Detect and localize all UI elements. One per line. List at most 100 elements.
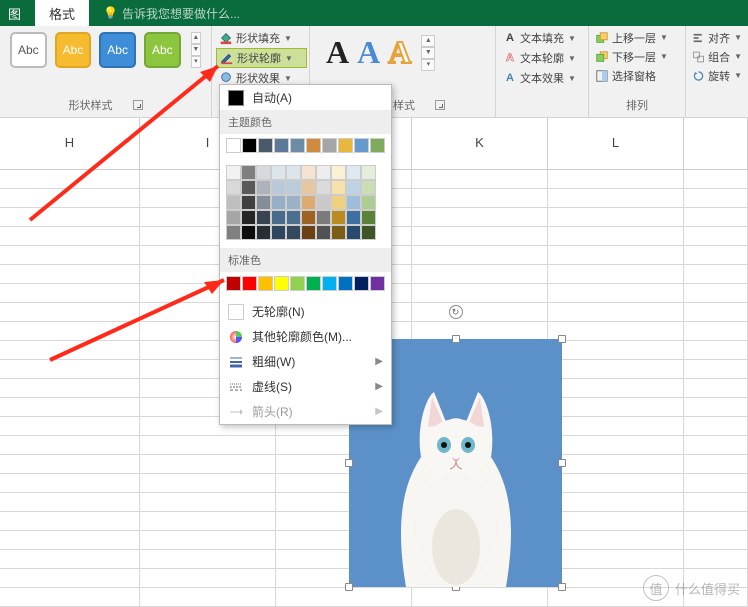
- style-preset-2[interactable]: Abc: [55, 32, 92, 68]
- cell[interactable]: [548, 398, 684, 416]
- color-swatch[interactable]: [256, 165, 271, 180]
- cell[interactable]: [684, 208, 748, 226]
- tell-me[interactable]: 💡 告诉我您想要做什么...: [103, 5, 240, 22]
- color-swatch[interactable]: [241, 180, 256, 195]
- cell[interactable]: [548, 189, 684, 207]
- resize-handle-w[interactable]: [345, 459, 353, 467]
- cell[interactable]: [412, 322, 548, 340]
- cell[interactable]: [0, 170, 140, 188]
- cell[interactable]: [548, 474, 684, 492]
- cell[interactable]: [548, 265, 684, 283]
- weight-item[interactable]: 粗细(W)▶: [220, 349, 391, 374]
- color-swatch[interactable]: [286, 195, 301, 210]
- color-swatch[interactable]: [286, 225, 301, 240]
- color-swatch[interactable]: [361, 210, 376, 225]
- cell[interactable]: [548, 417, 684, 435]
- color-swatch[interactable]: [361, 225, 376, 240]
- color-swatch[interactable]: [256, 225, 271, 240]
- resize-handle-se[interactable]: [558, 583, 566, 591]
- cell[interactable]: [0, 455, 140, 473]
- cell[interactable]: [0, 512, 140, 530]
- color-swatch[interactable]: [338, 138, 353, 153]
- dialog-launcher-icon[interactable]: [435, 100, 445, 110]
- color-swatch[interactable]: [271, 165, 286, 180]
- text-effects-button[interactable]: A文本效果▼: [500, 68, 586, 88]
- cell[interactable]: [548, 455, 684, 473]
- color-swatch[interactable]: [242, 138, 257, 153]
- style-preset-3[interactable]: Abc: [99, 32, 136, 68]
- color-swatch[interactable]: [226, 138, 241, 153]
- cell[interactable]: [548, 512, 684, 530]
- color-swatch[interactable]: [286, 180, 301, 195]
- gallery-more[interactable]: ▾: [191, 56, 201, 68]
- color-swatch[interactable]: [241, 210, 256, 225]
- cell[interactable]: [684, 379, 748, 397]
- cell[interactable]: [276, 588, 412, 606]
- cell[interactable]: [684, 189, 748, 207]
- color-swatch[interactable]: [331, 165, 346, 180]
- cell[interactable]: [684, 417, 748, 435]
- cell[interactable]: [412, 588, 548, 606]
- cell[interactable]: [548, 550, 684, 568]
- rotate-button[interactable]: 旋转▼: [690, 66, 744, 85]
- cell[interactable]: [548, 208, 684, 226]
- cell[interactable]: [0, 493, 140, 511]
- color-swatch[interactable]: [346, 195, 361, 210]
- resize-handle-e[interactable]: [558, 459, 566, 467]
- cell[interactable]: [0, 550, 140, 568]
- cell[interactable]: [0, 398, 140, 416]
- cell[interactable]: [684, 474, 748, 492]
- cell[interactable]: [140, 588, 276, 606]
- cell[interactable]: [548, 531, 684, 549]
- color-swatch[interactable]: [241, 225, 256, 240]
- cell[interactable]: [548, 170, 684, 188]
- color-swatch[interactable]: [241, 195, 256, 210]
- color-swatch[interactable]: [322, 138, 337, 153]
- gallery-more[interactable]: ▾: [421, 59, 435, 71]
- cell[interactable]: [684, 360, 748, 378]
- cell[interactable]: [140, 531, 276, 549]
- color-swatch[interactable]: [346, 225, 361, 240]
- cell[interactable]: [140, 474, 276, 492]
- cell[interactable]: [0, 227, 140, 245]
- col-header-L[interactable]: L: [548, 118, 684, 169]
- color-swatch[interactable]: [331, 195, 346, 210]
- cell[interactable]: [140, 436, 276, 454]
- color-swatch[interactable]: [286, 165, 301, 180]
- cell[interactable]: [0, 189, 140, 207]
- cell[interactable]: [0, 569, 140, 587]
- cell[interactable]: [412, 284, 548, 302]
- color-swatch[interactable]: [290, 276, 305, 291]
- color-swatch[interactable]: [354, 276, 369, 291]
- style-preset-4[interactable]: Abc: [144, 32, 181, 68]
- cell[interactable]: [548, 493, 684, 511]
- cell[interactable]: [412, 189, 548, 207]
- gallery-down[interactable]: ▼: [191, 44, 201, 56]
- cell[interactable]: [548, 341, 684, 359]
- cell[interactable]: [684, 170, 748, 188]
- color-swatch[interactable]: [256, 210, 271, 225]
- cell[interactable]: [684, 284, 748, 302]
- color-swatch[interactable]: [290, 138, 305, 153]
- more-colors-item[interactable]: 其他轮廓颜色(M)...: [220, 324, 391, 349]
- tab-other[interactable]: 图: [0, 0, 29, 27]
- color-swatch[interactable]: [301, 225, 316, 240]
- color-swatch[interactable]: [331, 210, 346, 225]
- tab-format[interactable]: 格式: [35, 0, 89, 26]
- cell[interactable]: [140, 493, 276, 511]
- cell[interactable]: [684, 303, 748, 321]
- cell[interactable]: [684, 246, 748, 264]
- cell[interactable]: [0, 417, 140, 435]
- cell[interactable]: [548, 284, 684, 302]
- gallery-up[interactable]: ▲: [191, 32, 201, 44]
- send-backward-button[interactable]: 下移一层▼: [593, 47, 681, 66]
- color-swatch[interactable]: [331, 180, 346, 195]
- align-button[interactable]: 对齐▼: [690, 28, 744, 47]
- cell[interactable]: [0, 436, 140, 454]
- cell[interactable]: [412, 303, 548, 321]
- color-swatch[interactable]: [226, 276, 241, 291]
- bring-forward-button[interactable]: 上移一层▼: [593, 28, 681, 47]
- color-swatch[interactable]: [346, 165, 361, 180]
- auto-color-item[interactable]: 自动(A): [220, 85, 391, 110]
- col-header-K[interactable]: K: [412, 118, 548, 169]
